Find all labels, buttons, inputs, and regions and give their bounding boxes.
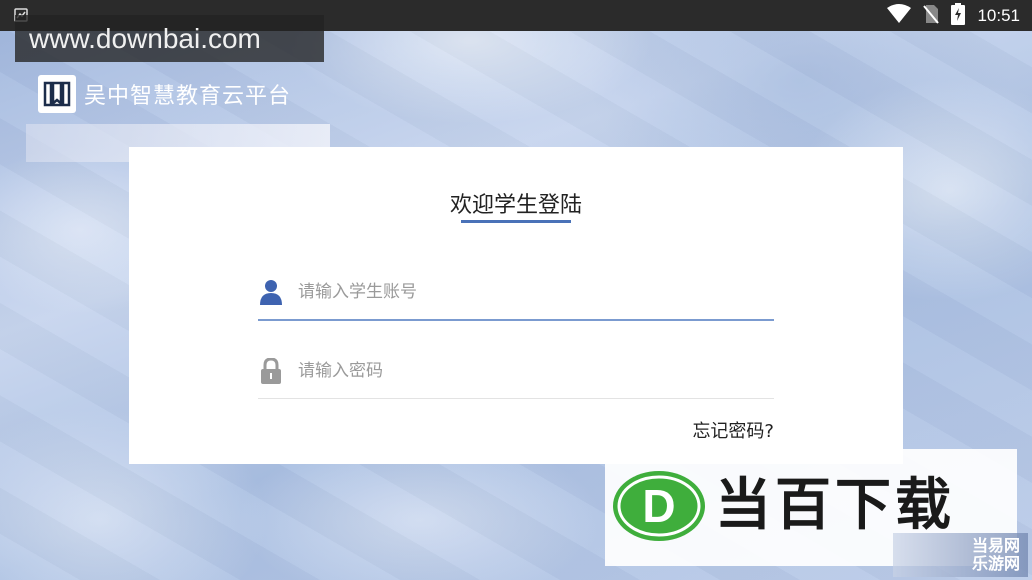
user-icon	[258, 279, 284, 305]
brand-name: 吴中智慧教育云平台	[84, 84, 292, 109]
watermark-corner: 当易网 乐游网	[893, 533, 1028, 577]
forgot-password-link[interactable]: 忘记密码?	[692, 417, 774, 443]
watermark-download-text: 当百下载	[715, 473, 955, 538]
watermark-corner-text: 当易网 乐游网	[971, 536, 1020, 573]
book-icon	[38, 75, 76, 113]
username-field[interactable]	[258, 265, 774, 321]
lock-icon	[258, 357, 284, 384]
password-input[interactable]	[298, 350, 774, 391]
watermark-site: www.downbai.com	[15, 15, 324, 62]
title-underline	[461, 220, 571, 223]
login-card: 欢迎学生登陆 忘记密码?	[129, 147, 903, 464]
brand: 吴中智慧教育云平台	[38, 75, 291, 113]
d-logo-icon: D	[613, 471, 705, 541]
wifi-icon	[887, 3, 912, 28]
battery-charging-icon	[951, 2, 966, 29]
status-time: 10:51	[977, 5, 1020, 25]
password-field[interactable]	[258, 343, 774, 399]
no-sim-icon	[923, 4, 940, 28]
d-logo-letter: D	[642, 480, 675, 532]
username-input[interactable]	[298, 272, 774, 312]
login-title: 欢迎学生登陆	[449, 193, 582, 218]
